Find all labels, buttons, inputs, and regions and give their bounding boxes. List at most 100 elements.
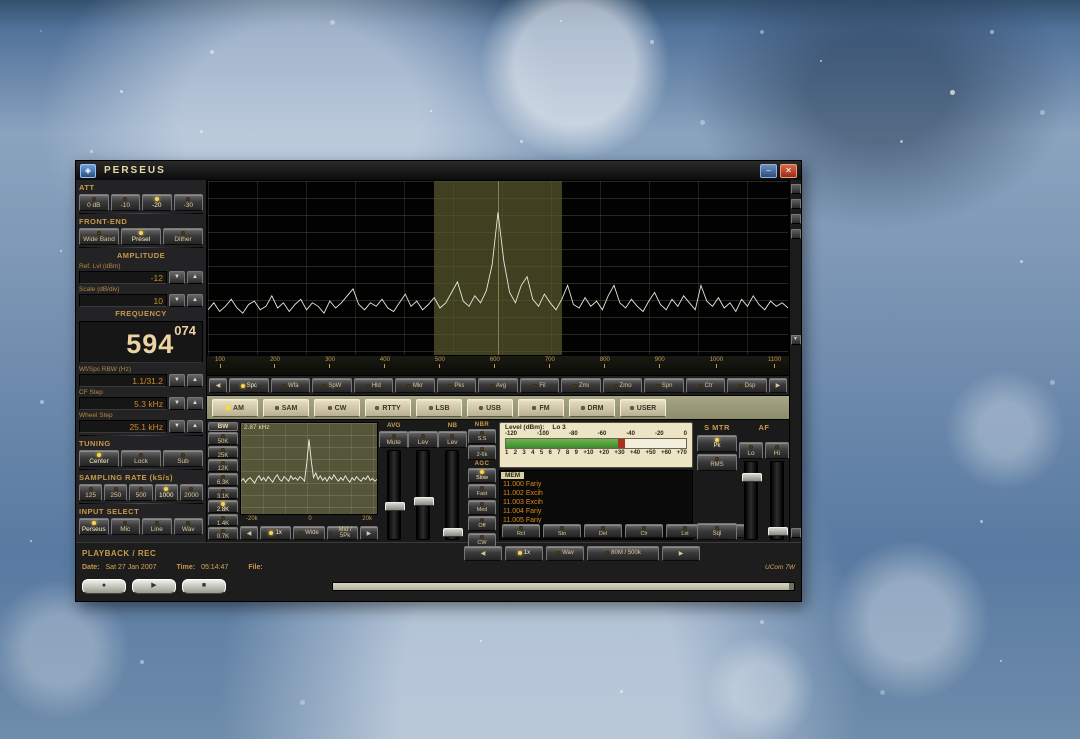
cf-step-up-button[interactable]: ▲ [187,397,203,410]
strip-button-2[interactable] [791,199,801,209]
toolbar-button-zmo[interactable]: Zmo [603,378,643,393]
nbr-button-2-6k[interactable]: 2-6k [468,445,496,460]
play-button[interactable]: ▶ [132,579,176,594]
strip-bottom-button[interactable] [791,528,801,538]
frontend-button-dither[interactable]: Dither [163,228,203,245]
toolbar-button-ctr[interactable]: Ctr [686,378,726,393]
nb-lev-slider-button-lev[interactable]: Lev [438,431,467,448]
secondary-control-1x[interactable]: 1x [260,526,291,540]
rbw-down-button[interactable]: ▼ [169,374,185,387]
memory-list[interactable]: 11.000 Fariy11.002 Excih11.003 Excih11.0… [500,480,692,523]
smtr-button-rms[interactable]: RMS [697,454,737,471]
titlebar[interactable]: ◈ PERSEUS – ✕ [76,161,801,180]
mem-button-clr[interactable]: Clr [625,524,663,538]
toolbar-button-zmi[interactable]: Zmi [561,378,601,393]
mode-button-sam[interactable]: SAM [263,399,309,417]
avg-mute-slider-handle[interactable] [385,502,405,511]
mode-button-rtty[interactable]: RTTY [365,399,411,417]
input-button-line[interactable]: Line [142,518,172,535]
att-button-20[interactable]: -20 [142,194,172,211]
ref-level-up-button[interactable]: ▲ [187,271,203,284]
secondary-spectrum-display[interactable]: 2.87 kHz [240,422,378,515]
avg-lev-slider-button-lev[interactable]: Lev [408,431,437,448]
memory-entry[interactable]: 11.002 Excih [503,489,689,498]
smtr-button-pk[interactable]: Pk [697,435,737,452]
wheel-step-down-button[interactable]: ▼ [169,420,185,433]
tuning-button-sub[interactable]: Sub [163,450,203,467]
sampling-button-500[interactable]: 500 [129,484,152,501]
input-button-mic[interactable]: Mic [111,518,141,535]
tuning-button-center[interactable]: Center [79,450,119,467]
memory-entry[interactable]: 11.003 Excih [503,498,689,507]
toolbar-button-spw[interactable]: SpW [312,378,352,393]
agc-button-med[interactable]: Med [468,500,496,515]
att-button-0-db[interactable]: 0 dB [79,194,109,211]
cf-step-down-button[interactable]: ▼ [169,397,185,410]
input-button-perseus[interactable]: Perseus [79,518,109,535]
mem-button-rcl[interactable]: Rcl [502,524,540,538]
avg-lev-slider-track[interactable] [416,450,430,540]
memory-entry[interactable]: 11.000 Fariy [503,480,689,489]
secondary-control-wide[interactable]: Wide [293,526,324,540]
rbw-up-button[interactable]: ▲ [187,374,203,387]
agc-button-fast[interactable]: Fast [468,484,496,499]
bw-button-25k[interactable]: 25K [208,446,238,459]
af-lo-slider-handle[interactable] [742,473,762,482]
smtr-bottom-button[interactable]: Sql [697,523,737,540]
mode-button-am[interactable]: AM [212,399,258,417]
toolbar-button-fil[interactable]: Fil [520,378,560,393]
bw-button-50k[interactable]: 50K [208,432,238,445]
mem-button-del[interactable]: Del [584,524,622,538]
toolbar-button-wfa[interactable]: Wfa [271,378,311,393]
nb-lev-slider-track[interactable] [445,450,459,540]
mode-button-cw[interactable]: CW [314,399,360,417]
playback-progress-bar[interactable] [332,582,795,591]
mode-button-fm[interactable]: FM [518,399,564,417]
mode-button-user[interactable]: USER [620,399,666,417]
secondary-right-arrow-button[interactable]: ▶ [360,526,378,540]
toolbar-button-spc[interactable]: Spc [229,378,269,393]
secondary-control-mid-5pk[interactable]: Mid / 5Pk [327,526,358,540]
input-button-wav[interactable]: Wav [174,518,204,535]
scale-down-button[interactable]: ▼ [169,294,185,307]
bw-button-6-3k[interactable]: 6.3K [208,473,238,486]
af-hi-slider-track[interactable] [770,461,784,540]
toolbar-button-mkr[interactable]: Mkr [395,378,435,393]
strip-button-3[interactable] [791,214,801,224]
frequency-display[interactable]: 594074 [79,321,203,363]
att-button-30[interactable]: -30 [174,194,204,211]
sampling-button-2000[interactable]: 2000 [180,484,203,501]
avg-mute-slider-track[interactable] [387,450,401,540]
frontend-button-wide-band[interactable]: Wide Band [79,228,119,245]
bw-button-2-8k[interactable]: 2.8K [208,500,238,513]
tuning-button-lock[interactable]: Lock [121,450,161,467]
agc-button-slow[interactable]: Slow [468,468,496,483]
memory-entry[interactable]: 11.004 Fariy [503,507,689,516]
scale-scroll-down-button[interactable]: ▼ [791,335,801,345]
att-button-10[interactable]: -10 [111,194,141,211]
mode-button-usb[interactable]: USB [467,399,513,417]
nbr-button-s-s[interactable]: S.S [468,429,496,444]
wheel-step-up-button[interactable]: ▲ [187,420,203,433]
toolbar-button-avg[interactable]: Avg [478,378,518,393]
af-hi-slider-button-hi[interactable]: Hi [765,442,789,459]
sampling-button-125[interactable]: 125 [79,484,102,501]
sampling-button-250[interactable]: 250 [104,484,127,501]
toolbar-scroll-left-button[interactable]: ◀ [209,378,227,393]
toolbar-button-dsp[interactable]: Dsp [727,378,767,393]
bw-button-1-4k[interactable]: 1.4K [208,514,238,527]
sampling-button-1000[interactable]: 1000 [155,484,178,501]
secondary-left-arrow-button[interactable]: ◀ [240,526,258,540]
memory-entry[interactable]: 11.005 Fariy [503,516,689,523]
strip-button-4[interactable] [791,229,801,239]
toolbar-scroll-right-button[interactable]: ▶ [769,378,787,393]
toolbar-button-hld[interactable]: Hld [354,378,394,393]
avg-lev-slider-handle[interactable] [414,497,434,506]
scale-up-button[interactable]: ▲ [187,294,203,307]
minimize-button[interactable]: – [760,164,777,178]
bw-button-12k[interactable]: 12K [208,459,238,472]
af-lo-slider-button-lo[interactable]: Lo [739,442,763,459]
bw-button-0-7k[interactable]: 0.7K [208,527,238,540]
playback-right-arrow-button[interactable]: ▶ [662,546,700,561]
playback-left-arrow-button[interactable]: ◀ [464,546,502,561]
